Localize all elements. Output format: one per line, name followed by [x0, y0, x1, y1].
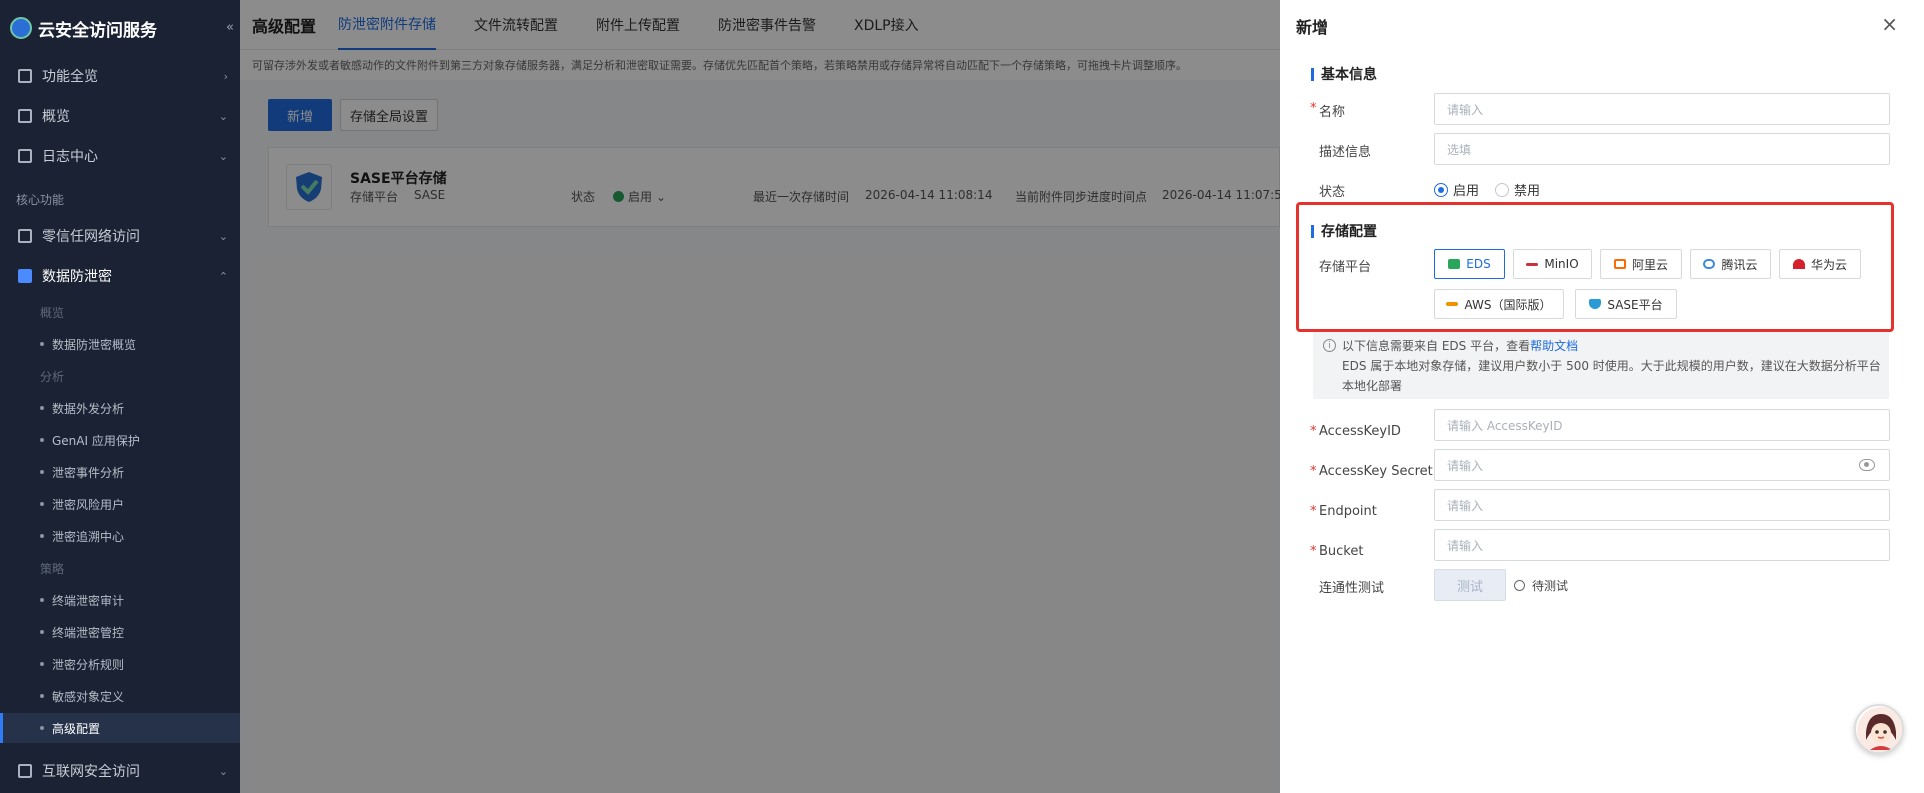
sidebar-item-overview-all[interactable]: 功能全览 › [0, 58, 240, 94]
globe-icon [18, 764, 32, 778]
sub-item-sensitive-objects[interactable]: 敏感对象定义 [0, 681, 240, 711]
sub-item-outbound-analysis[interactable]: 数据外发分析 [0, 393, 240, 423]
chevron-right-icon: › [223, 69, 228, 83]
clock-icon [1514, 580, 1525, 591]
sidebar-item-ztna[interactable]: 零信任网络访问 ⌄ [0, 218, 240, 254]
test-status: 待测试 [1514, 577, 1568, 594]
eds-info-box: i 以下信息需要来自 EDS 平台，查看 帮助文档 EDS 属于本地对象存储，建议… [1313, 331, 1889, 399]
info-icon: i [1323, 339, 1336, 352]
nav-group-core: 核心功能 [16, 192, 65, 207]
grid-icon [18, 69, 32, 83]
sidebar-item-swg[interactable]: 互联网安全访问 ⌄ [0, 753, 240, 789]
sub-item-analysis-rules[interactable]: 泄密分析规则 [0, 649, 240, 679]
aksecret-input[interactable]: 请输入 [1434, 449, 1890, 481]
shield-icon [18, 229, 32, 243]
desc-input[interactable]: 选填 [1434, 133, 1890, 165]
sub-item-risk-users[interactable]: 泄密风险用户 [0, 489, 240, 519]
desc-label: 描述信息 [1319, 145, 1372, 160]
sub-item-endpoint-control[interactable]: 终端泄密管控 [0, 617, 240, 647]
help-doc-link[interactable]: 帮助文档 [1530, 337, 1578, 354]
chevron-down-icon: ⌄ [218, 764, 228, 778]
collapse-sidebar-icon[interactable]: « [226, 20, 234, 35]
chevron-up-icon: ⌃ [218, 269, 228, 283]
dlp-icon [18, 269, 32, 283]
sub-item-trace-center[interactable]: 泄密追溯中心 [0, 521, 240, 551]
bucket-label: * Bucket [1310, 544, 1364, 559]
log-icon [18, 149, 32, 163]
info-line-2: EDS 属于本地对象存储，建议用户数小于 500 时使用。大于此规模的用户数，建… [1342, 359, 1881, 373]
sub-group-policy: 策略 [40, 562, 65, 576]
sub-item-leak-events[interactable]: 泄密事件分析 [0, 457, 240, 487]
close-icon[interactable]: × [1881, 12, 1898, 36]
highlight-box [1296, 202, 1894, 332]
assistant-avatar[interactable] [1854, 704, 1904, 754]
status-enable-radio[interactable]: 启用 [1434, 180, 1479, 199]
sub-item-endpoint-audit[interactable]: 终端泄密审计 [0, 585, 240, 615]
home-icon [18, 109, 32, 123]
chevron-down-icon: ⌄ [218, 109, 228, 123]
status-label: 状态 [1319, 185, 1346, 200]
status-radio-group: 启用 禁用 [1434, 180, 1556, 199]
sidebar-item-overview[interactable]: 概览 ⌄ [0, 98, 240, 134]
bucket-input[interactable]: 请输入 [1434, 529, 1890, 561]
akid-label: * AccessKeyID [1310, 424, 1401, 439]
akid-input[interactable]: 请输入 AccessKeyID [1434, 409, 1890, 441]
brand-logo-icon [10, 17, 32, 39]
conn-test-label: 连通性测试 [1319, 581, 1385, 596]
modal-mask[interactable] [240, 0, 1280, 793]
sub-item-advanced-config[interactable]: 高级配置 [0, 713, 240, 743]
test-button[interactable]: 测试 [1434, 569, 1506, 601]
sub-group-overview: 概览 [40, 306, 65, 320]
eye-icon[interactable] [1859, 459, 1875, 471]
aksecret-label: * AccessKey Secret [1310, 464, 1433, 479]
sub-item-genai[interactable]: GenAI 应用保护 [0, 425, 240, 455]
sub-group-analysis: 分析 [40, 370, 65, 384]
status-disable-radio[interactable]: 禁用 [1495, 180, 1540, 199]
info-line-3: 本地化部署 [1342, 379, 1403, 393]
sidebar-item-dlp[interactable]: 数据防泄密 ⌃ [0, 258, 240, 294]
endpoint-input[interactable]: 请输入 [1434, 489, 1890, 521]
name-input[interactable]: 请输入 [1434, 93, 1890, 125]
sidebar: 云安全访问服务 « 功能全览 › 概览 ⌄ 日志中心 ⌄ 核心功能 零信任网络访问 ⌄ … [0, 0, 240, 793]
chevron-down-icon: ⌄ [218, 229, 228, 243]
drawer-title: 新增 [1296, 18, 1329, 37]
sidebar-item-log-center[interactable]: 日志中心 ⌄ [0, 138, 240, 174]
endpoint-label: * Endpoint [1310, 504, 1377, 519]
section-basic-info: 基本信息 [1311, 64, 1377, 84]
brand: 云安全访问服务 « [0, 0, 240, 56]
sub-item-dlp-overview[interactable]: 数据防泄密概览 [0, 329, 240, 359]
chevron-down-icon: ⌄ [218, 149, 228, 163]
name-label: * 名称 [1310, 101, 1346, 120]
brand-name: 云安全访问服务 [38, 20, 157, 41]
